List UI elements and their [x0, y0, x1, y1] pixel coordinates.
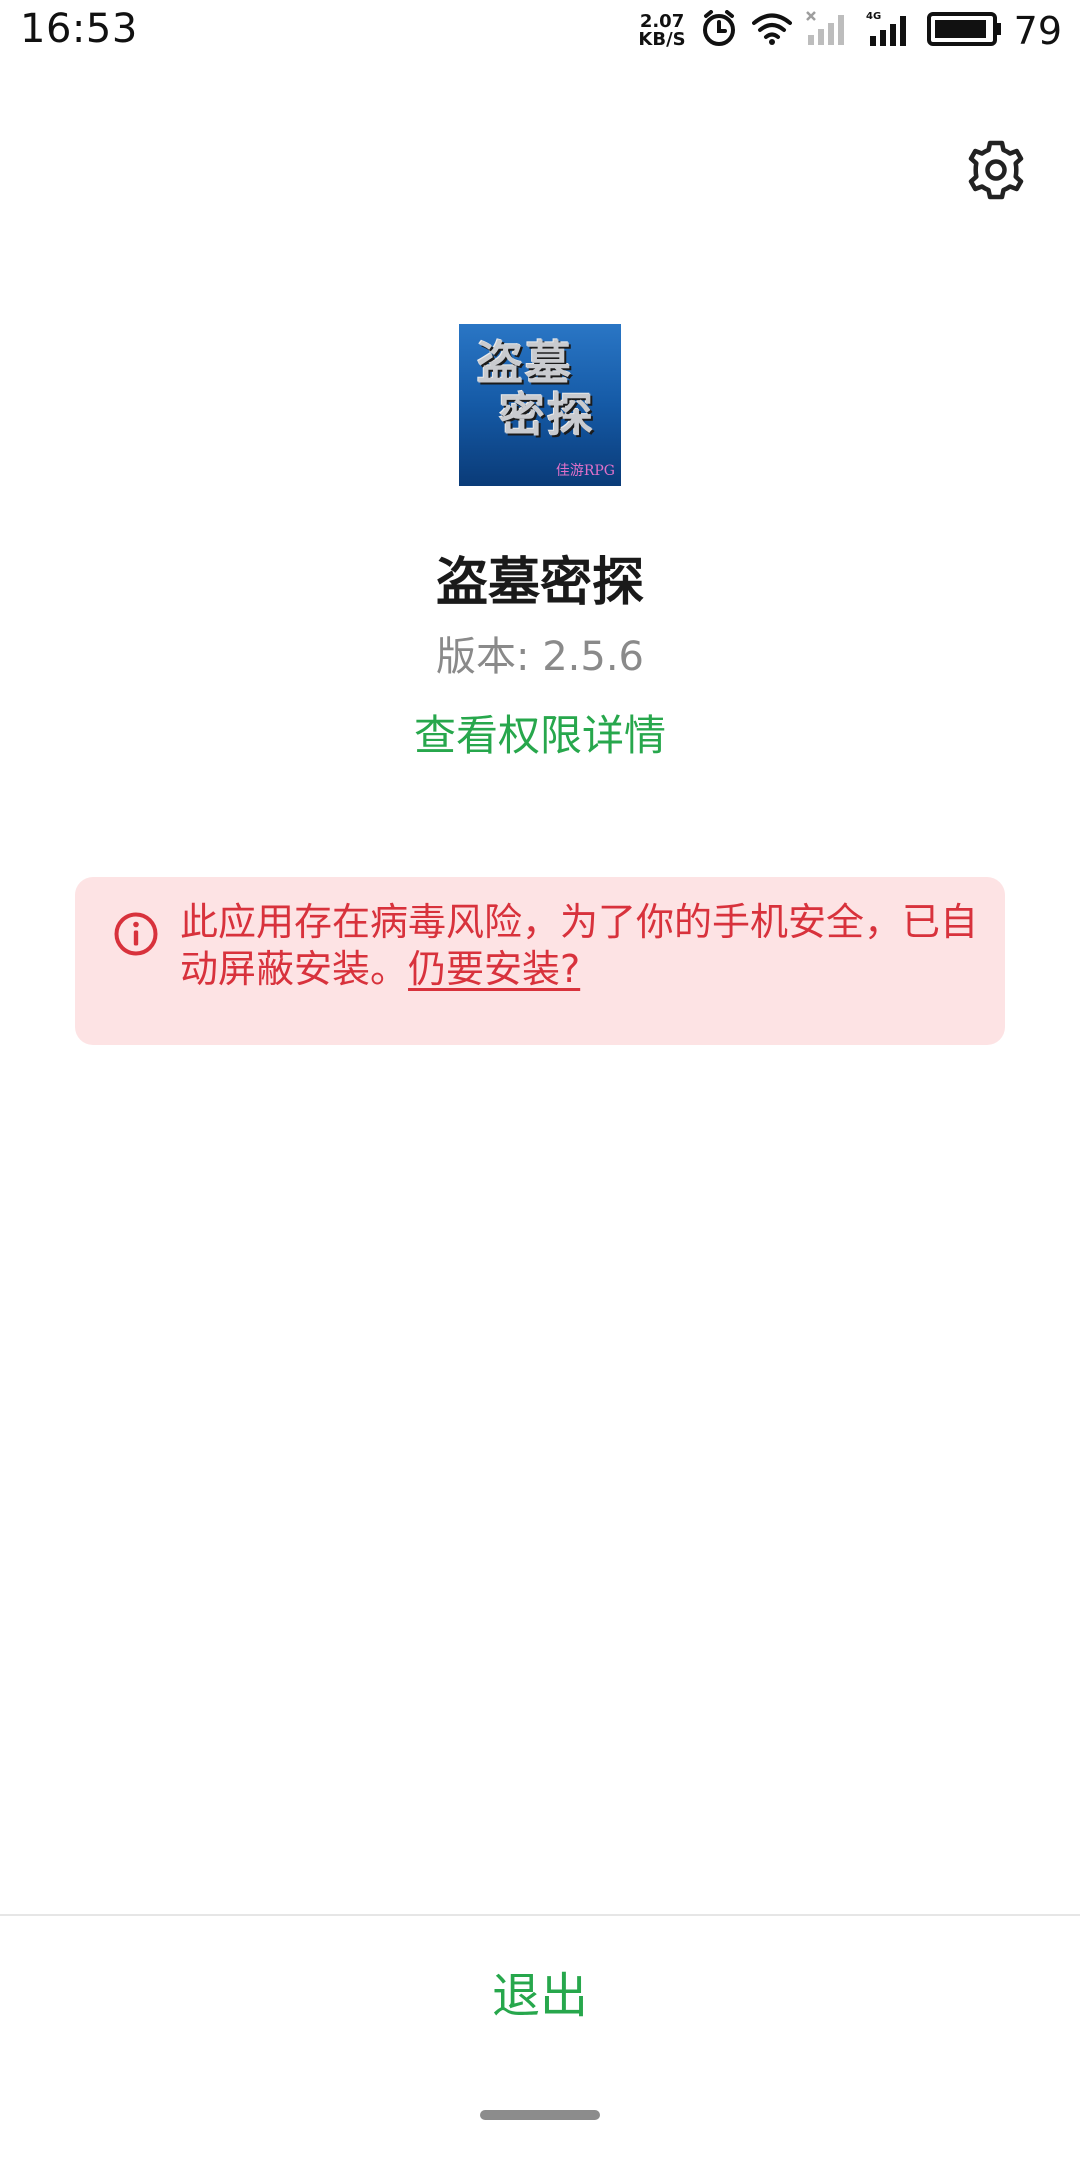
settings-button[interactable]	[958, 134, 1034, 210]
network-type: 4G	[866, 11, 881, 22]
home-indicator[interactable]	[480, 2110, 600, 2120]
battery-icon	[926, 11, 1002, 51]
app-icon-text-line1: 盗墓	[477, 336, 573, 390]
install-screen: 16:53 2.07 KB/S 4G 79 盗墓 密探 佳游RPG 盗墓密探 版…	[0, 0, 1080, 2160]
status-time: 16:53	[20, 6, 138, 52]
no-signal-sim1-icon	[805, 11, 852, 51]
gear-icon	[964, 138, 1028, 206]
app-icon-tag: 佳游RPG	[555, 463, 615, 479]
info-icon	[113, 911, 159, 957]
virus-warning-card: 此应用存在病毒风险，为了你的手机安全，已自动屏蔽安装。仍要安装?	[75, 877, 1005, 1045]
app-name: 盗墓密探	[435, 553, 644, 613]
warning-message: 此应用存在病毒风险，为了你的手机安全，已自动屏蔽安装。仍要安装?	[180, 899, 980, 993]
view-permission-details-link[interactable]: 查看权限详情	[0, 702, 1080, 763]
install-anyway-link[interactable]: 仍要安装?	[408, 947, 580, 991]
signal-4g-icon: 4G	[866, 10, 912, 52]
app-icon: 盗墓 密探 佳游RPG	[459, 324, 621, 486]
wifi-icon	[751, 12, 792, 50]
alarm-icon	[700, 10, 738, 52]
battery-level: 79	[1013, 9, 1062, 53]
status-icons: 2.07 KB/S 4G 79	[638, 6, 1062, 56]
exit-button[interactable]: 退出	[0, 1916, 1080, 2066]
network-speed-unit: KB/S	[638, 29, 686, 50]
app-icon-text-line2: 密探	[499, 388, 595, 442]
status-bar: 16:53 2.07 KB/S 4G 79	[0, 0, 1080, 62]
app-version: 版本: 2.5.6	[436, 634, 644, 680]
network-speed: 2.07 KB/S	[638, 13, 685, 49]
